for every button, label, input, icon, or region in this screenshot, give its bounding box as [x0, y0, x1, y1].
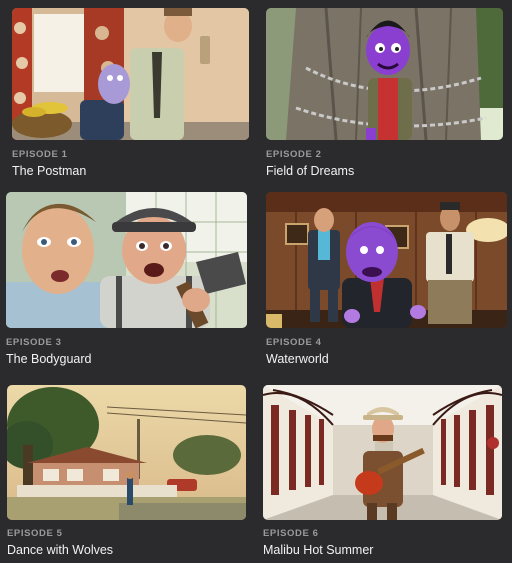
- episode-card-3[interactable]: EPISODE 3 The Bodyguard: [6, 192, 250, 370]
- episode-6-thumbnail[interactable]: [263, 385, 502, 520]
- episode-6-title[interactable]: Malibu Hot Summer: [263, 543, 373, 557]
- episode-2-label: EPISODE 2: [266, 149, 322, 160]
- episode-card-1[interactable]: EPISODE 1 The Postman: [12, 8, 250, 180]
- episode-5-title[interactable]: Dance with Wolves: [7, 543, 113, 557]
- episode-4-thumbnail[interactable]: [266, 192, 507, 328]
- episode-4-label: EPISODE 4: [266, 337, 322, 348]
- episode-3-title[interactable]: The Bodyguard: [6, 352, 91, 366]
- episode-card-2[interactable]: EPISODE 2 Field of Dreams: [266, 8, 504, 180]
- episode-6-label: EPISODE 6: [263, 528, 319, 539]
- episode-3-thumbnail[interactable]: [6, 192, 247, 328]
- episode-1-label: EPISODE 1: [12, 149, 68, 160]
- episode-5-label: EPISODE 5: [7, 528, 63, 539]
- episode-grid: EPISODE 1 The Postman EPISODE 2 Field of…: [0, 0, 512, 563]
- episode-2-thumbnail[interactable]: [266, 8, 503, 140]
- episode-card-5[interactable]: EPISODE 5 Dance with Wolves: [7, 385, 250, 559]
- episode-2-title[interactable]: Field of Dreams: [266, 164, 354, 178]
- episode-5-thumbnail[interactable]: [7, 385, 246, 520]
- episode-card-4[interactable]: EPISODE 4 Waterworld: [266, 192, 507, 370]
- episode-1-title[interactable]: The Postman: [12, 164, 86, 178]
- episode-4-title[interactable]: Waterworld: [266, 352, 329, 366]
- episode-3-label: EPISODE 3: [6, 337, 62, 348]
- episode-1-thumbnail[interactable]: [12, 8, 249, 140]
- episode-card-6[interactable]: EPISODE 6 Malibu Hot Summer: [263, 385, 506, 559]
